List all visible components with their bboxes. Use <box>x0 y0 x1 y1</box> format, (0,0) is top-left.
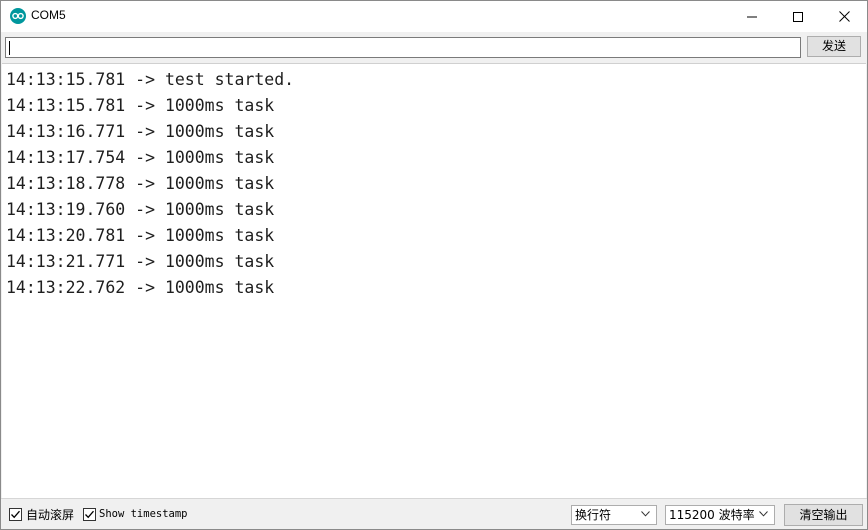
log-line: 14:13:19.760 -> 1000ms task <box>6 200 275 219</box>
baud-rate-value: 115200 波特率 <box>669 508 755 522</box>
minimize-button[interactable] <box>729 1 775 32</box>
show-timestamp-checkbox[interactable] <box>83 508 96 521</box>
maximize-icon <box>793 11 803 22</box>
autoscroll-checkbox[interactable] <box>9 508 22 521</box>
send-button[interactable]: 发送 <box>807 36 861 57</box>
log-line: 14:13:15.781 -> test started. <box>6 70 295 89</box>
title-bar[interactable]: COM5 <box>1 1 867 32</box>
line-ending-select[interactable]: 换行符 <box>571 505 657 525</box>
log-line: 14:13:17.754 -> 1000ms task <box>6 148 275 167</box>
minimize-icon <box>747 16 757 17</box>
autoscroll-label[interactable]: 自动滚屏 <box>26 506 74 523</box>
send-bar: 发送 <box>1 32 867 62</box>
clear-output-button[interactable]: 清空输出 <box>784 504 863 526</box>
status-bar: 自动滚屏 Show timestamp 换行符 115200 波特率 清空输出 <box>1 498 867 529</box>
log-line: 14:13:21.771 -> 1000ms task <box>6 252 275 271</box>
log-line: 14:13:20.781 -> 1000ms task <box>6 226 275 245</box>
log-line: 14:13:22.762 -> 1000ms task <box>6 278 275 297</box>
log-line: 14:13:16.771 -> 1000ms task <box>6 122 275 141</box>
checkmark-icon <box>11 510 20 519</box>
arduino-infinity-icon <box>10 8 26 24</box>
window-title: COM5 <box>31 8 66 22</box>
serial-monitor-window: COM5 发送 14:13:15.781 -> test started. 14… <box>0 0 868 530</box>
close-button[interactable] <box>821 1 867 32</box>
chevron-down-icon <box>641 511 650 517</box>
log-line: 14:13:15.781 -> 1000ms task <box>6 96 275 115</box>
close-icon <box>838 11 850 22</box>
baud-rate-select[interactable]: 115200 波特率 <box>665 505 775 525</box>
text-caret <box>9 41 10 55</box>
serial-send-input[interactable] <box>5 37 801 58</box>
checkmark-icon <box>85 510 94 519</box>
serial-output-console[interactable]: 14:13:15.781 -> test started. 14:13:15.7… <box>2 63 866 498</box>
line-ending-value: 换行符 <box>575 508 612 522</box>
chevron-down-icon <box>759 511 768 517</box>
log-line: 14:13:18.778 -> 1000ms task <box>6 174 275 193</box>
maximize-button[interactable] <box>775 1 821 32</box>
show-timestamp-label[interactable]: Show timestamp <box>99 508 188 520</box>
